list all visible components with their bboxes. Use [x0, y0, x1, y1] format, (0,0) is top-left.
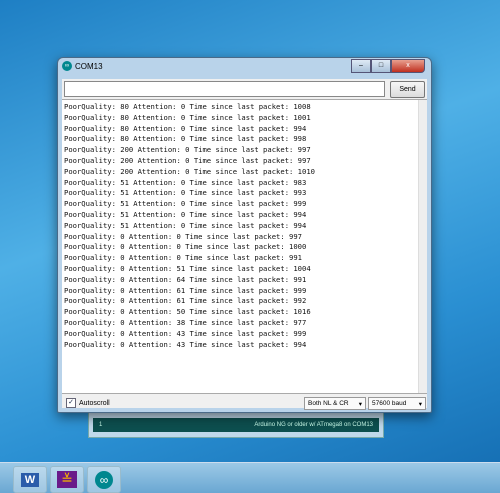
arduino-logo-icon: ∞ [62, 61, 72, 71]
output-line: PoorQuality: 200 Attention: 0 Time since… [64, 145, 311, 155]
autoscroll-label: Autoscroll [79, 399, 110, 407]
baud-select[interactable]: 57600 baud ▾ [368, 397, 426, 410]
output-line: PoorQuality: 0 Attention: 51 Time since … [64, 263, 311, 273]
minimize-button[interactable]: – [351, 59, 371, 73]
output-line: PoorQuality: 0 Attention: 0 Time since l… [64, 231, 302, 241]
title-bar: ∞ COM13 [62, 61, 103, 71]
arduino-status-bar: 1 Arduino NG or older w/ ATmega8 on COM1… [93, 418, 379, 432]
app-icon: ≚ [57, 471, 77, 488]
output-line: PoorQuality: 51 Attention: 0 Time since … [64, 209, 307, 219]
output-line: PoorQuality: 80 Attention: 0 Time since … [64, 112, 311, 122]
window-title: COM13 [75, 61, 103, 71]
output-line: PoorQuality: 0 Attention: 50 Time since … [64, 307, 311, 317]
chevron-down-icon: ▾ [418, 400, 422, 408]
output-line: PoorQuality: 0 Attention: 43 Time since … [64, 339, 307, 349]
output-line: PoorQuality: 51 Attention: 0 Time since … [64, 188, 307, 198]
line-number: 1 [99, 422, 103, 428]
checkbox-check-icon: ✓ [66, 398, 76, 408]
line-ending-select[interactable]: Both NL & CR ▾ [304, 397, 366, 410]
output-line: PoorQuality: 200 Attention: 0 Time since… [64, 155, 311, 165]
output-line: PoorQuality: 51 Attention: 0 Time since … [64, 177, 307, 187]
taskbar: W ≚ ∞ [0, 462, 500, 493]
serial-monitor-window: ∞ COM13 – □ x Send PoorQuality: 80 Atten… [57, 57, 432, 413]
taskbar-word[interactable]: W [13, 466, 47, 493]
output-line: PoorQuality: 0 Attention: 61 Time since … [64, 285, 307, 295]
serial-input[interactable] [64, 81, 385, 97]
taskbar-app[interactable]: ≚ [50, 466, 84, 493]
output-line: PoorQuality: 0 Attention: 64 Time since … [64, 274, 307, 284]
arduino-icon: ∞ [95, 470, 113, 489]
chevron-down-icon: ▾ [358, 400, 362, 408]
close-button[interactable]: x [391, 59, 425, 73]
output-line: PoorQuality: 200 Attention: 0 Time since… [64, 166, 315, 176]
word-icon: W [20, 472, 40, 487]
output-line: PoorQuality: 51 Attention: 0 Time since … [64, 220, 307, 230]
baud-value: 57600 baud [372, 400, 407, 407]
output-line: PoorQuality: 51 Attention: 0 Time since … [64, 199, 307, 209]
taskbar-arduino[interactable]: ∞ [87, 466, 121, 493]
autoscroll-checkbox[interactable]: ✓ Autoscroll [66, 398, 110, 408]
output-line: PoorQuality: 0 Attention: 0 Time since l… [64, 253, 302, 263]
serial-output: PoorQuality: 80 Attention: 0 Time since … [62, 99, 427, 394]
line-ending-value: Both NL & CR [308, 400, 349, 407]
output-line: PoorQuality: 0 Attention: 61 Time since … [64, 296, 307, 306]
board-info: Arduino NG or older w/ ATmega8 on COM13 [254, 422, 373, 428]
output-line: PoorQuality: 80 Attention: 0 Time since … [64, 102, 311, 111]
maximize-button[interactable]: □ [371, 59, 391, 73]
output-line: PoorQuality: 0 Attention: 43 Time since … [64, 328, 307, 338]
send-button[interactable]: Send [390, 81, 425, 98]
output-line: PoorQuality: 0 Attention: 38 Time since … [64, 317, 307, 327]
output-line: PoorQuality: 80 Attention: 0 Time since … [64, 134, 307, 144]
arduino-ide-window[interactable]: 1 Arduino NG or older w/ ATmega8 on COM1… [88, 412, 384, 438]
output-line: PoorQuality: 0 Attention: 0 Time since l… [64, 242, 307, 252]
vertical-scrollbar[interactable] [418, 100, 427, 393]
output-line: PoorQuality: 80 Attention: 0 Time since … [64, 123, 307, 133]
